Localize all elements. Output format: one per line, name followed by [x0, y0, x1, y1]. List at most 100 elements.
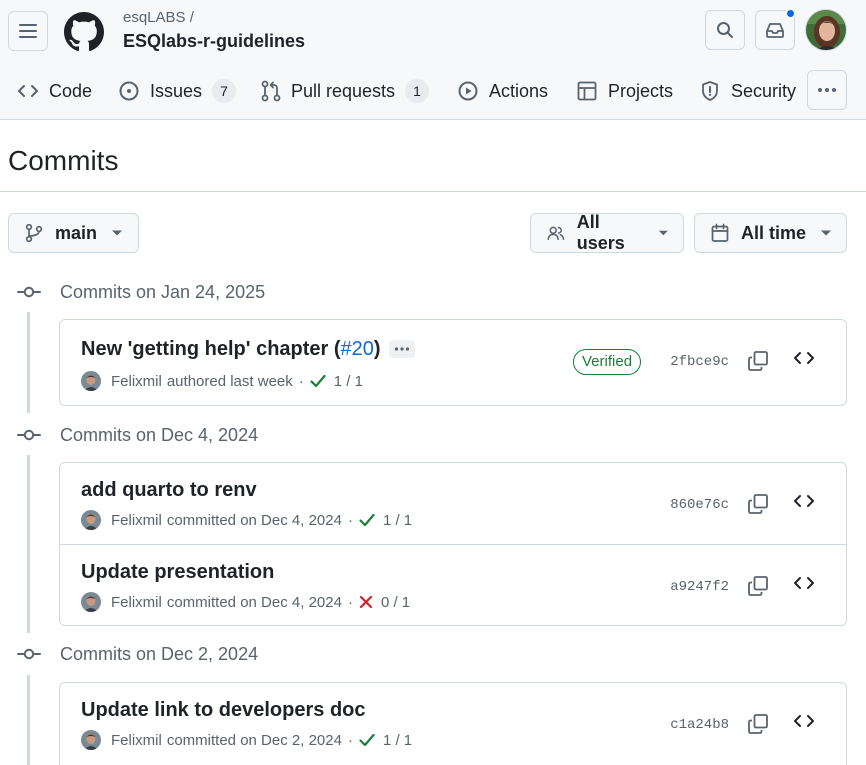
- branch-selector-button[interactable]: main: [8, 213, 139, 253]
- timeline-line: [27, 312, 30, 413]
- commit-action: committed on Dec 2, 2024: [166, 731, 342, 749]
- git-commit-icon: [17, 648, 41, 660]
- shield-icon: [702, 81, 718, 101]
- people-icon: [547, 226, 565, 240]
- user-avatar[interactable]: [805, 9, 847, 51]
- commit-meta: Felixmil committed on Dec 4, 2024 · 0 / …: [81, 592, 410, 612]
- check-status-button[interactable]: [359, 595, 373, 609]
- author-avatar[interactable]: [81, 510, 101, 530]
- x-icon: [359, 595, 373, 609]
- tab-pull-requests[interactable]: Pull requests 1: [261, 72, 430, 110]
- play-icon: [458, 81, 478, 101]
- git-commit-icon: [17, 286, 41, 298]
- copy-icon: [748, 576, 768, 596]
- copy-sha-button[interactable]: [747, 493, 769, 520]
- copy-sha-button[interactable]: [747, 713, 769, 740]
- author-avatar[interactable]: [81, 371, 101, 391]
- commit-action: authored last week: [166, 372, 293, 390]
- github-logo-icon[interactable]: [64, 12, 104, 52]
- calendar-icon: [711, 223, 729, 242]
- commit-message-tail: ): [373, 338, 381, 360]
- separator-dot: ·: [347, 511, 353, 529]
- table-icon: [577, 81, 597, 101]
- repo-name-link[interactable]: ESQlabs-r-guidelines: [123, 31, 305, 52]
- commit-sha-link[interactable]: c1a24b8: [670, 717, 729, 733]
- checks-count[interactable]: 1 / 1: [334, 373, 363, 390]
- commit-group-header: Commits on Dec 4, 2024: [0, 420, 258, 450]
- author-avatar[interactable]: [81, 730, 101, 750]
- pulls-count-badge: 1: [405, 79, 430, 103]
- browse-repo-button[interactable]: [793, 493, 815, 514]
- commit-meta: Felixmil committed on Dec 2, 2024 · 1 / …: [81, 730, 412, 750]
- checks-count[interactable]: 1 / 1: [383, 732, 412, 749]
- commit-message-text[interactable]: New 'getting help' chapter (: [81, 338, 341, 360]
- users-filter-button[interactable]: All users: [530, 212, 684, 253]
- inbox-button[interactable]: [755, 8, 796, 50]
- expand-description-button[interactable]: [388, 340, 415, 358]
- triangle-down-icon: [112, 230, 123, 236]
- timeline-line: [27, 455, 30, 633]
- repo-nav: Code Issues 7 Pull requests 1 Actions Pr…: [0, 72, 866, 110]
- checks-count[interactable]: 0 / 1: [381, 594, 410, 611]
- pull-request-link[interactable]: #20: [341, 338, 374, 360]
- git-pull-request-icon: [261, 80, 281, 102]
- commit-message[interactable]: New 'getting help' chapter (#20): [81, 338, 415, 361]
- commit-message[interactable]: Update link to developers doc: [81, 699, 366, 722]
- code-icon: [18, 85, 38, 97]
- tab-issues[interactable]: Issues 7: [118, 72, 237, 110]
- author-avatar[interactable]: [81, 592, 101, 612]
- commit-group-date: Commits on Dec 2, 2024: [60, 643, 259, 664]
- commit-author-link[interactable]: Felixmil: [111, 732, 162, 749]
- issues-count-badge: 7: [212, 79, 237, 103]
- tab-pull-requests-label: Pull requests: [291, 80, 396, 101]
- browse-repo-button[interactable]: [793, 713, 815, 734]
- tab-code[interactable]: Code: [17, 72, 92, 110]
- check-icon: [310, 374, 326, 388]
- copy-icon: [748, 714, 768, 734]
- inbox-icon: [766, 23, 784, 38]
- nav-more-button[interactable]: [807, 70, 847, 110]
- commit-row: New 'getting help' chapter (#20) Felixmi…: [60, 320, 846, 405]
- search-button[interactable]: [705, 10, 745, 50]
- copy-sha-button[interactable]: [747, 350, 769, 377]
- commit-author-link[interactable]: Felixmil: [111, 373, 162, 390]
- verified-badge[interactable]: Verified: [573, 349, 642, 375]
- commit-author-link[interactable]: Felixmil: [111, 512, 162, 529]
- checks-count[interactable]: 1 / 1: [383, 512, 412, 529]
- commit-list-card: Update link to developers doc Felixmil c…: [59, 682, 847, 765]
- commit-message[interactable]: Update presentation: [81, 561, 274, 584]
- commit-meta: Felixmil committed on Dec 4, 2024 · 1 / …: [81, 510, 412, 530]
- commit-sha-link[interactable]: 2fbce9c: [670, 354, 729, 370]
- time-filter-button[interactable]: All time: [694, 213, 847, 253]
- separator-dot: ·: [347, 731, 353, 749]
- commit-row: add quarto to renv Felixmil committed on…: [60, 463, 846, 544]
- repo-owner-link[interactable]: esqLABS /: [123, 9, 194, 26]
- triangle-down-icon: [821, 230, 831, 236]
- check-status-button[interactable]: [359, 513, 375, 527]
- browse-repo-button[interactable]: [793, 575, 815, 596]
- commit-row: Update link to developers doc Felixmil c…: [60, 683, 846, 764]
- tab-projects[interactable]: Projects: [576, 72, 673, 110]
- code-icon: [794, 352, 814, 364]
- commit-group-date: Commits on Jan 24, 2025: [60, 281, 266, 302]
- tab-code-label: Code: [49, 80, 93, 101]
- commit-sha-link[interactable]: a9247f2: [670, 579, 729, 595]
- timeline-line: [27, 675, 30, 765]
- browse-repo-button[interactable]: [793, 350, 815, 371]
- tab-projects-label: Projects: [608, 80, 674, 101]
- users-filter-label: All users: [576, 212, 625, 253]
- separator-dot: ·: [347, 593, 353, 611]
- tab-security[interactable]: Security: [699, 72, 796, 110]
- commit-sha-link[interactable]: 860e76c: [670, 497, 729, 513]
- commit-meta: Felixmil authored last week · 1 / 1: [81, 371, 363, 391]
- check-status-button[interactable]: [310, 374, 326, 388]
- commit-message[interactable]: add quarto to renv: [81, 479, 257, 502]
- tab-security-label: Security: [731, 80, 797, 101]
- page-title: Commits: [8, 145, 119, 176]
- tab-actions[interactable]: Actions: [457, 72, 548, 110]
- commit-author-link[interactable]: Felixmil: [111, 594, 162, 611]
- check-status-button[interactable]: [359, 733, 375, 747]
- copy-sha-button[interactable]: [747, 575, 769, 602]
- search-icon: [717, 22, 733, 38]
- hamburger-menu-button[interactable]: [8, 11, 48, 51]
